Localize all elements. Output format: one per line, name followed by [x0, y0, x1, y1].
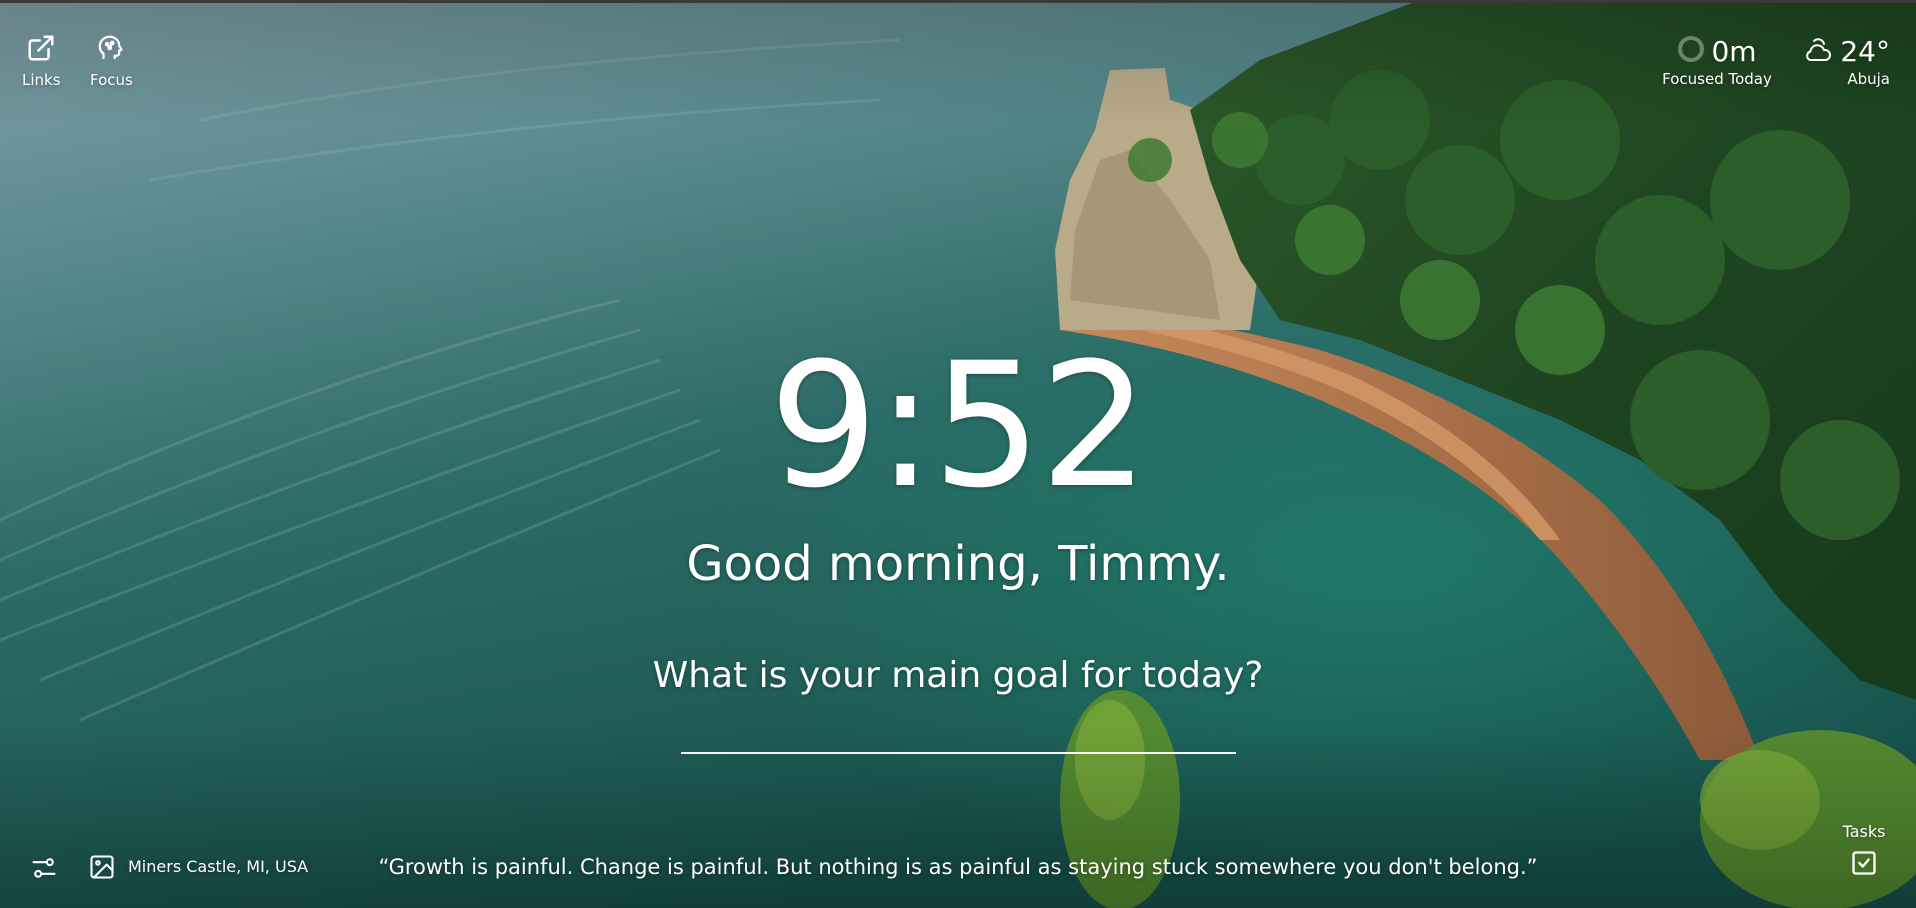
- tasks-label: Tasks: [1842, 822, 1886, 841]
- weather-widget[interactable]: 24° Abuja: [1790, 34, 1890, 88]
- links-label: Links: [22, 71, 61, 89]
- focus-button[interactable]: Focus: [90, 33, 133, 89]
- links-button[interactable]: Links: [22, 33, 61, 89]
- weather-city: Abuja: [1847, 70, 1890, 88]
- main-goal-prompt: What is your main goal for today?: [652, 655, 1264, 696]
- partly-cloudy-icon: [1802, 34, 1834, 68]
- temperature-value: 24°: [1840, 34, 1890, 68]
- momentum-dashboard: Links Focus 0m Focused Today 24° Abuja 9…: [0, 0, 1916, 908]
- brain-head-icon: [96, 33, 126, 67]
- tasks-button[interactable]: Tasks: [1836, 822, 1892, 881]
- clock[interactable]: 9:52: [0, 340, 1916, 512]
- focused-time-value: 0m: [1711, 34, 1757, 68]
- focused-today-widget[interactable]: 0m Focused Today: [1652, 34, 1782, 89]
- external-link-icon: [26, 33, 56, 67]
- focus-label: Focus: [90, 71, 133, 89]
- photo-location[interactable]: Miners Castle, MI, USA: [128, 857, 308, 876]
- daily-quote[interactable]: “Growth is painful. Change is painful. B…: [320, 853, 1596, 881]
- focused-today-label: Focused Today: [1662, 70, 1772, 88]
- focus-ring-icon: [1677, 35, 1705, 67]
- top-border: [0, 0, 1916, 3]
- greeting: Good morning, Timmy.: [686, 536, 1230, 592]
- settings-sliders-icon[interactable]: [30, 854, 58, 886]
- checkbox-icon: [1850, 849, 1878, 881]
- photo-image-icon[interactable]: [88, 853, 116, 885]
- main-goal-input[interactable]: [681, 704, 1236, 754]
